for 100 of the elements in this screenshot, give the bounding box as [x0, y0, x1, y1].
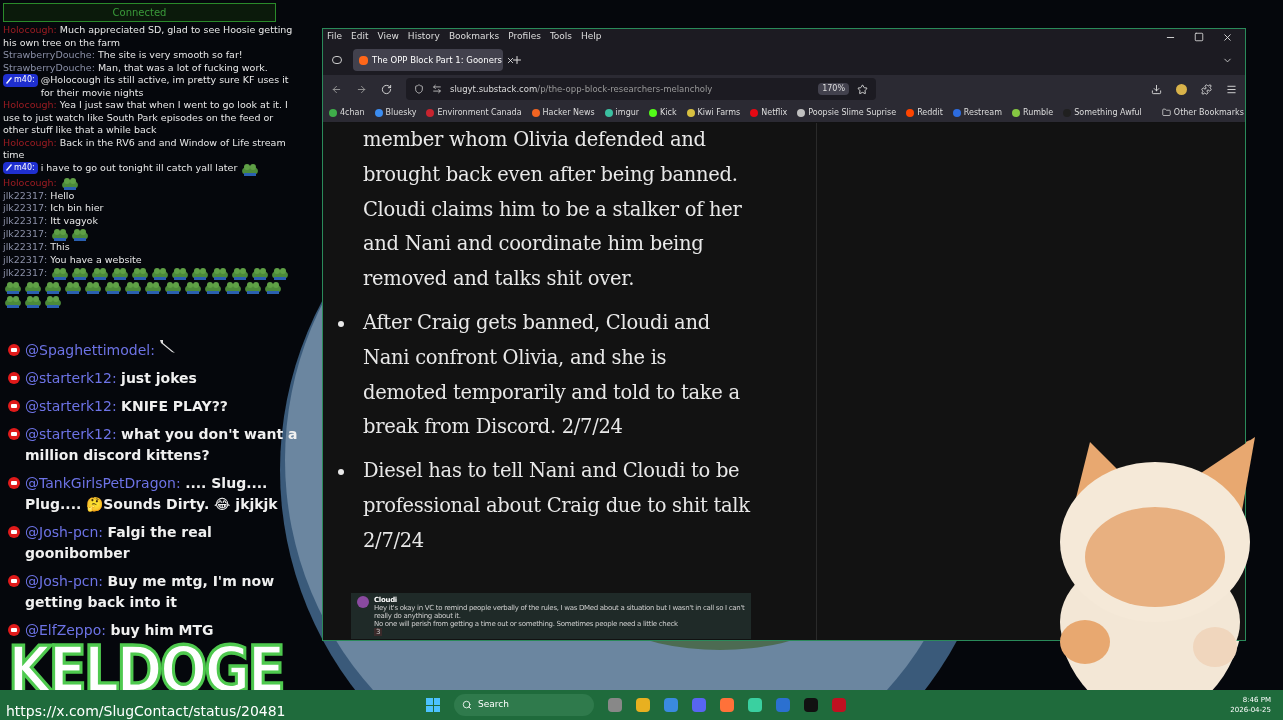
reload-icon[interactable] — [381, 83, 392, 95]
menu-item[interactable]: Profiles — [508, 30, 541, 44]
shield-icon[interactable] — [414, 84, 424, 94]
frog-emote-icon — [151, 266, 170, 280]
frog-emote-icon — [224, 280, 242, 294]
wrench-icon — [6, 76, 12, 84]
menu-item[interactable]: Bookmarks — [448, 30, 500, 44]
bookmark-star-icon[interactable] — [857, 83, 868, 95]
frog-emote-icon — [241, 161, 260, 176]
frog-emote-icon — [51, 227, 70, 241]
bookmark-item[interactable]: imgur — [604, 106, 640, 119]
zoom-level[interactable]: 170% — [818, 83, 849, 95]
chat-message: @starterk12: just jokes — [25, 369, 197, 388]
youtube-icon — [7, 400, 21, 412]
menu-item[interactable]: History — [407, 30, 440, 44]
extension-icon[interactable] — [1176, 83, 1187, 95]
youtube-icon — [7, 428, 21, 440]
menu-item[interactable]: Help — [581, 30, 602, 44]
chat-username: jlk22317: — [3, 227, 49, 239]
menu-item[interactable]: Tools — [549, 30, 573, 44]
chat-username: @Spaghettimodel: — [25, 341, 155, 360]
frog-emote-icon — [60, 175, 79, 190]
taskbar-search[interactable]: Search — [454, 694, 594, 716]
frog-emote-icon — [184, 280, 202, 294]
bookmark-item[interactable]: Environment Canada — [426, 106, 522, 119]
search-label: Search — [478, 698, 509, 712]
frog-emote-icon — [71, 266, 90, 280]
bookmark-item[interactable]: Rumble — [1011, 106, 1054, 119]
frog-emote-icon — [231, 266, 250, 280]
youtube-icon — [7, 624, 21, 636]
menu-item[interactable]: View — [377, 30, 399, 44]
frog-emote-icon — [131, 266, 150, 280]
chat-message: jlk22317: You have a website — [3, 253, 142, 265]
other-bookmarks[interactable]: Other Bookmarks — [1161, 106, 1244, 119]
url-host: slugyt.substack.com — [450, 83, 538, 94]
chat-message: @ElfZeppo: buy him MTG — [25, 621, 214, 640]
bookmark-item[interactable]: Something Awful — [1063, 106, 1142, 119]
frog-emote-icon — [211, 266, 230, 280]
frog-emote-icon — [44, 294, 62, 308]
bookmark-item[interactable]: 4chan — [329, 106, 365, 119]
frog-emote-icon — [244, 280, 262, 294]
bookmark-item[interactable]: Kiwi Farms — [686, 106, 741, 119]
chat-message: @Holocough its still active, im pretty sure KF uses it for their movie nights — [40, 74, 290, 99]
substack-icon — [359, 55, 368, 65]
arrows-icon[interactable] — [432, 84, 442, 94]
chat-message: @starterk12: KNIFE PLAY?? — [25, 397, 228, 416]
menu-icon[interactable] — [1226, 83, 1237, 95]
frog-emote-icon — [171, 266, 190, 280]
close-tab-icon[interactable] — [505, 55, 515, 65]
chat-message: @Josh-pcn: Falgi the real goonibomber — [25, 523, 213, 563]
badge-username: m40: — [14, 161, 35, 174]
bookmark-item[interactable]: Reddit — [906, 106, 943, 119]
frog-emote-icon — [144, 280, 162, 294]
chat-message: i have to go out tonight ill catch yall later — [40, 161, 238, 174]
avatar-icon — [357, 595, 369, 608]
frog-emote-icon — [64, 280, 82, 294]
bookmark-item[interactable]: Poopsie Slime Suprise — [797, 106, 897, 119]
article-paragraph: member whom Olivia defended and brought back even after being banned. Cloudi claims him to be a stalker of her and Nani and coordinate him being removed and talks shit over. — [363, 127, 743, 293]
chat-username: jlk22317: — [3, 266, 49, 278]
forward-icon[interactable] — [356, 83, 367, 95]
frog-emote-icon — [191, 266, 210, 280]
frog-emote-icon — [24, 280, 42, 294]
chat-message: jlk22317: This — [3, 241, 70, 252]
bookmark-item[interactable]: Restream — [952, 106, 1002, 119]
frog-emote-icon — [251, 266, 270, 280]
back-icon[interactable] — [331, 83, 342, 95]
extensions-icon[interactable] — [1201, 83, 1212, 95]
youtube-icon — [7, 477, 21, 489]
frog-emote-icon — [4, 280, 22, 294]
bookmark-item[interactable]: Netflix — [750, 106, 788, 119]
bookmark-item[interactable]: Bluesky — [374, 106, 417, 119]
frog-emote-icon — [164, 280, 182, 294]
frog-emote-icon — [271, 266, 290, 280]
chat-username: Holocough: — [3, 176, 58, 187]
chat-message: @Josh-pcn: Buy me mtg, I'm now getting back into it — [25, 572, 276, 612]
menu-item[interactable]: File — [327, 30, 343, 44]
chat-message: jlk22317: Itt vagyok — [3, 214, 98, 226]
maximize-icon[interactable] — [1194, 31, 1204, 42]
badge-username: m40: — [14, 74, 35, 86]
article-paragraph: After Craig gets banned, Cloudi and Nani confront Olivia, and she is demoted temporarily and told to take a break from Discord. 2/7/24 — [363, 310, 741, 441]
frog-emote-icon — [71, 227, 90, 241]
chat-message: StrawberryDouche: Man, that was a lot of fucking work. — [3, 61, 268, 73]
download-icon[interactable] — [1151, 83, 1162, 95]
frog-emote-icon — [104, 280, 122, 294]
new-tab-icon[interactable] — [511, 54, 523, 66]
chat-message: jlk22317: Ich bin hier — [3, 202, 104, 213]
chat-message: @TankGirlsPetDragon: .... Slug.... Plug.... 🤔Sounds Dirty. 😂 jkjkjk — [25, 474, 279, 514]
close-icon[interactable] — [1222, 31, 1233, 43]
youtube-icon — [7, 526, 21, 538]
chat-message: @starterk12: what you don't want a million discord kittens? — [25, 425, 299, 465]
wrench-icon — [6, 164, 12, 172]
address-bar[interactable]: slugyt.substack.com/p/the-opp-block-researchers-melancholy 170% — [406, 78, 876, 100]
bookmark-item[interactable]: Hacker News — [531, 106, 595, 119]
frog-emote-icon — [124, 280, 142, 294]
bookmark-item[interactable]: Kick — [649, 106, 677, 119]
frog-emote-icon — [24, 294, 42, 308]
chat-message: Holocough: Yea I just saw that when I went to go look at it. I use to just watch like South Park episodes on the feed or other stuff like that a while back — [3, 99, 288, 135]
menu-item[interactable]: Edit — [351, 30, 369, 44]
windows-start-icon[interactable] — [426, 698, 440, 712]
youtube-icon — [7, 372, 21, 384]
